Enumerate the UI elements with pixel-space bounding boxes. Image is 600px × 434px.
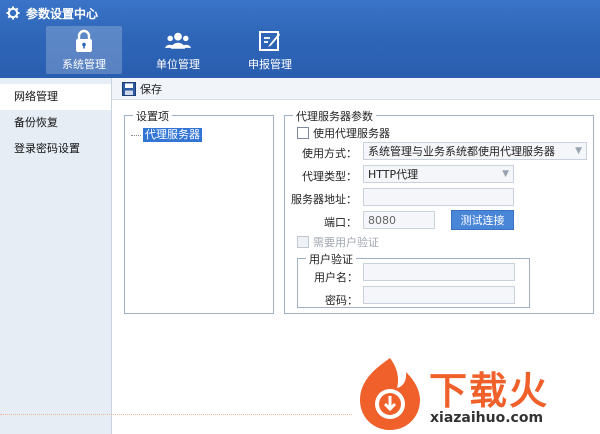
- username-label: 用户名：: [314, 271, 358, 284]
- tree-item-proxy[interactable]: 代理服务器: [131, 128, 202, 142]
- flame-logo-icon: [360, 358, 420, 430]
- password-label-row: 密码：: [298, 292, 358, 308]
- watermark-brand: 下载火: [429, 369, 550, 413]
- users-icon: [165, 29, 191, 53]
- username-input[interactable]: [363, 263, 515, 281]
- use-proxy-checkbox[interactable]: 使用代理服务器: [297, 125, 390, 141]
- password-label: 密码：: [325, 294, 358, 307]
- auth-group-title: 用户验证: [306, 251, 356, 267]
- usage-value: 系统管理与业务系统都使用代理服务器: [368, 145, 555, 158]
- port-label-row: 端口：: [285, 214, 357, 230]
- app-title: 参数设置中心: [26, 6, 99, 21]
- type-label-row: 代理类型：: [285, 168, 357, 184]
- type-select[interactable]: HTTP代理 ▼: [363, 165, 514, 183]
- address-label-row: 服务器地址：: [285, 191, 357, 207]
- toolbar: 保存: [112, 78, 600, 100]
- proxy-group: 代理服务器参数 使用代理服务器 使用方式： 系统管理与业务系统都使用代理服务器 …: [284, 108, 594, 314]
- type-value: HTTP代理: [368, 168, 419, 181]
- chevron-down-icon: ▼: [575, 146, 582, 156]
- tab-unit-management[interactable]: 单位管理: [140, 26, 216, 74]
- username-label-row: 用户名：: [298, 269, 358, 285]
- gear-icon: [6, 6, 20, 20]
- sidebar-item-backup[interactable]: 备份恢复: [0, 110, 111, 136]
- chevron-down-icon: ▼: [502, 169, 509, 179]
- watermark-domain: xiazaihuo.com: [430, 410, 544, 426]
- save-icon: [122, 81, 136, 96]
- need-auth-label: 需要用户验证: [313, 236, 379, 249]
- port-input[interactable]: 8080: [363, 211, 435, 229]
- proxy-group-title: 代理服务器参数: [293, 108, 376, 124]
- save-label: 保存: [140, 82, 162, 96]
- port-label: 端口：: [324, 216, 357, 229]
- need-auth-checkbox[interactable]: 需要用户验证: [297, 234, 379, 250]
- tab-label: 申报管理: [248, 58, 292, 71]
- sidebar-item-password[interactable]: 登录密码设置: [0, 136, 111, 162]
- usage-select[interactable]: 系统管理与业务系统都使用代理服务器 ▼: [363, 142, 587, 160]
- usage-label-row: 使用方式：: [285, 145, 357, 161]
- tab-declaration-management[interactable]: 申报管理: [232, 26, 308, 74]
- settings-group-title: 设置项: [133, 108, 172, 124]
- address-input[interactable]: [363, 188, 514, 206]
- use-proxy-label: 使用代理服务器: [313, 127, 390, 140]
- tree-connector: [131, 134, 141, 136]
- tab-label: 单位管理: [156, 58, 200, 71]
- tab-system-management[interactable]: 系统管理: [46, 26, 122, 74]
- address-label: 服务器地址：: [291, 193, 357, 206]
- tab-label: 系统管理: [62, 58, 106, 71]
- sidebar: 网络管理 备份恢复 登录密码设置: [0, 78, 112, 434]
- watermark-logo: 下载火 xiazaihuo.com: [352, 354, 600, 434]
- title-bar: 参数设置中心: [6, 4, 98, 22]
- footer-divider: [0, 414, 352, 415]
- header-bar: 参数设置中心 系统管理 单位管理 申报管理: [0, 0, 600, 78]
- lock-icon: [71, 29, 97, 53]
- password-input[interactable]: [363, 286, 515, 304]
- edit-icon: [257, 29, 283, 53]
- tree-item-label: 代理服务器: [143, 128, 202, 142]
- auth-group: 用户验证 用户名： 密码：: [297, 251, 530, 308]
- checkbox-box[interactable]: [297, 236, 309, 248]
- sidebar-item-network[interactable]: 网络管理: [0, 84, 111, 110]
- settings-group: 设置项 代理服务器: [124, 108, 274, 314]
- usage-label: 使用方式：: [302, 147, 357, 160]
- test-connection-button[interactable]: 测试连接: [451, 210, 514, 230]
- type-label: 代理类型：: [302, 170, 357, 183]
- save-button[interactable]: 保存: [122, 81, 162, 97]
- checkbox-box[interactable]: [297, 127, 309, 139]
